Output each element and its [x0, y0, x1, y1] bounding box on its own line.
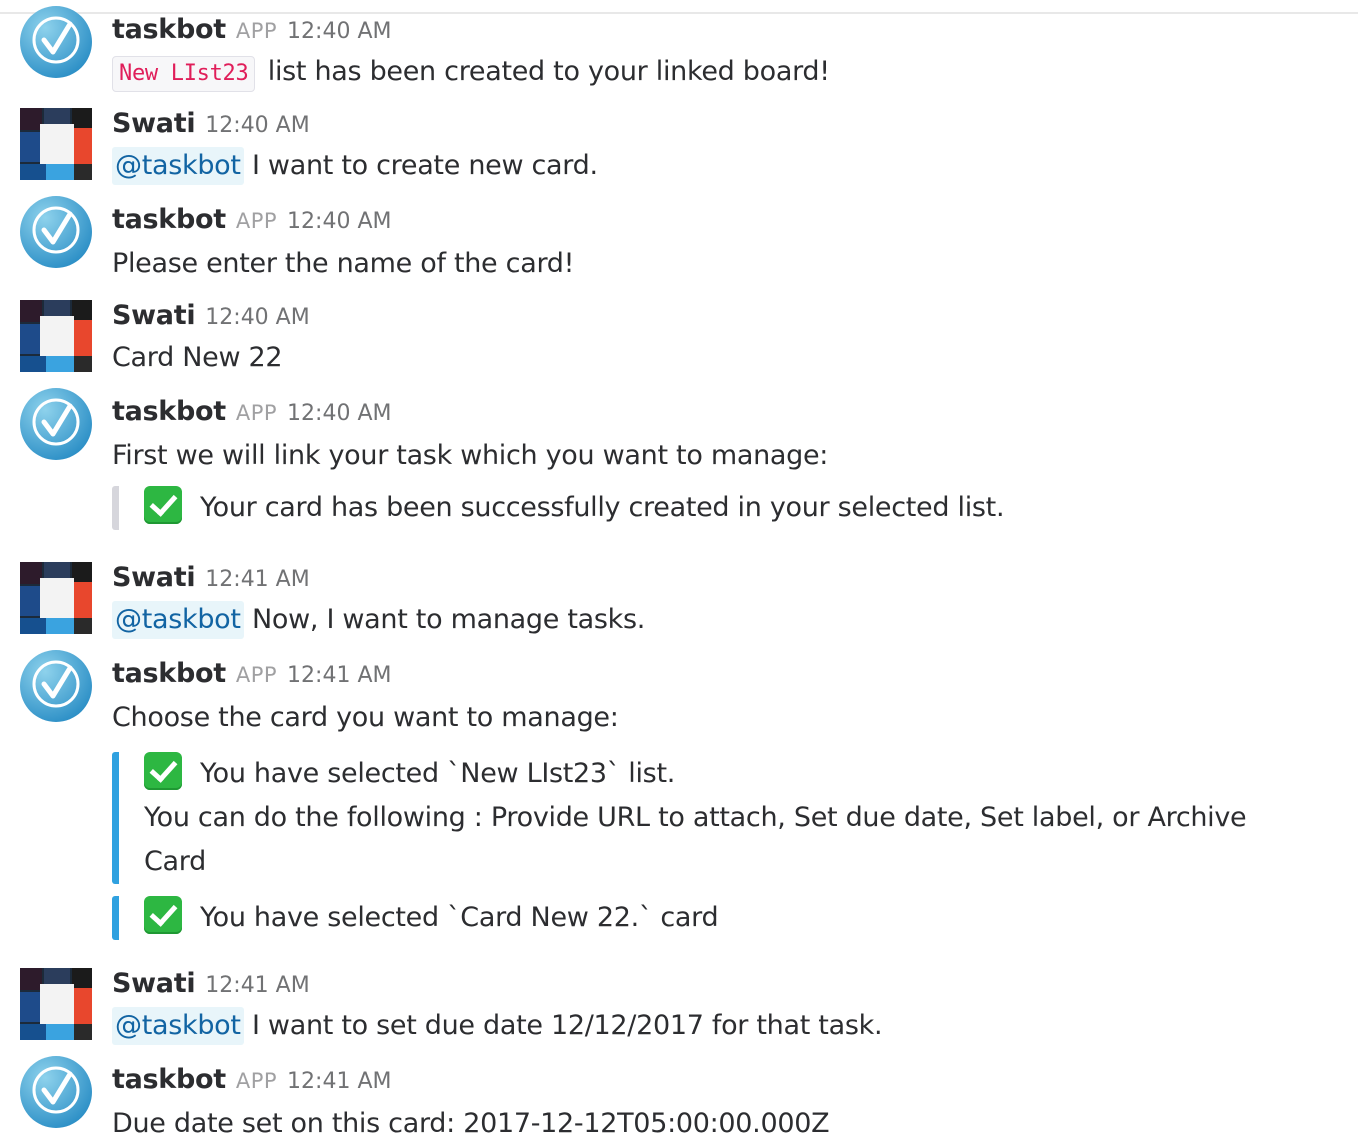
author-name[interactable]: taskbot	[112, 1064, 226, 1095]
message-header: Swati 12:40 AM	[112, 108, 310, 140]
trello-style-avatar-icon[interactable]	[20, 300, 92, 372]
timestamp[interactable]: 12:41 AM	[287, 663, 391, 688]
attachment: You have selected `Card New 22.` card	[112, 896, 719, 940]
user-mention[interactable]: @taskbot	[112, 1007, 244, 1045]
message-text: @taskbot I want to set due date 12/12/20…	[112, 1004, 883, 1048]
attachment-text: Your card has been successfully created …	[200, 492, 1005, 523]
message-header: Swati 12:41 AM	[112, 968, 310, 1000]
check-mark-icon	[144, 896, 182, 934]
author-name[interactable]: Swati	[112, 108, 196, 139]
timestamp[interactable]: 12:40 AM	[205, 305, 309, 330]
user-mention[interactable]: @taskbot	[112, 601, 244, 639]
message-text: Choose the card you want to manage:	[112, 702, 619, 733]
taskbot-check-icon[interactable]	[20, 1056, 92, 1128]
timestamp[interactable]: 12:40 AM	[287, 209, 391, 234]
author-name[interactable]: taskbot	[112, 204, 226, 235]
attachment: You have selected `New LIst23` list. You…	[112, 752, 1247, 884]
attachment-line: You can do the following : Provide URL t…	[144, 802, 1247, 833]
timestamp[interactable]: 12:41 AM	[205, 567, 309, 592]
message-text: @taskbot I want to create new card.	[112, 144, 598, 188]
message-body-text: I want to create new card.	[251, 150, 598, 181]
message-text: New LIst23 list has been created to your…	[112, 50, 830, 94]
message-header: taskbot APP 12:40 AM	[112, 396, 391, 428]
author-name[interactable]: Swati	[112, 968, 196, 999]
message-body-text: I want to set due date 12/12/2017 for th…	[251, 1010, 883, 1041]
message-text: @taskbot Now, I want to manage tasks.	[112, 598, 645, 642]
trello-style-avatar-icon[interactable]	[20, 968, 92, 1040]
inline-code: New LIst23	[112, 56, 256, 92]
message-body-text: Now, I want to manage tasks.	[251, 604, 646, 635]
taskbot-check-icon[interactable]	[20, 650, 92, 722]
author-name[interactable]: taskbot	[112, 396, 226, 427]
taskbot-check-icon[interactable]	[20, 388, 92, 460]
author-name[interactable]: taskbot	[112, 14, 226, 45]
check-mark-icon	[144, 486, 182, 524]
message-text: Card New 22	[112, 342, 283, 373]
message-header: taskbot APP 12:41 AM	[112, 658, 391, 690]
message-header: taskbot APP 12:41 AM	[112, 1064, 391, 1096]
attachment-line: You have selected `New LIst23` list.	[144, 752, 1246, 796]
message-text: Due date set on this card: 2017-12-12T05…	[112, 1108, 830, 1139]
app-badge: APP	[235, 1069, 278, 1093]
message-text: First we will link your task which you w…	[112, 440, 829, 471]
author-name[interactable]: Swati	[112, 300, 196, 331]
attachment-text: You have selected `Card New 22.` card	[200, 902, 719, 933]
check-mark-icon	[144, 752, 182, 790]
user-mention[interactable]: @taskbot	[112, 147, 244, 185]
app-badge: APP	[235, 663, 278, 687]
message-header: Swati 12:41 AM	[112, 562, 310, 594]
timestamp[interactable]: 12:40 AM	[287, 401, 391, 426]
timestamp[interactable]: 12:41 AM	[205, 973, 309, 998]
attachment: Your card has been successfully created …	[112, 486, 1005, 530]
trello-style-avatar-icon[interactable]	[20, 108, 92, 180]
app-badge: APP	[235, 19, 278, 43]
app-badge: APP	[235, 401, 278, 425]
message-text: Please enter the name of the card!	[112, 248, 575, 279]
message-body-text: list has been created to your linked boa…	[267, 56, 830, 87]
attachment-text: You have selected `New LIst23` list.	[200, 758, 676, 789]
taskbot-check-icon[interactable]	[20, 6, 92, 78]
attachment-line: Card	[144, 846, 206, 877]
taskbot-check-icon[interactable]	[20, 196, 92, 268]
timestamp[interactable]: 12:41 AM	[287, 1069, 391, 1094]
trello-style-avatar-icon[interactable]	[20, 562, 92, 634]
message-header: Swati 12:40 AM	[112, 300, 310, 332]
message-header: taskbot APP 12:40 AM	[112, 204, 391, 236]
author-name[interactable]: Swati	[112, 562, 196, 593]
app-badge: APP	[235, 209, 278, 233]
timestamp[interactable]: 12:40 AM	[287, 19, 391, 44]
author-name[interactable]: taskbot	[112, 658, 226, 689]
timestamp[interactable]: 12:40 AM	[205, 113, 309, 138]
message-header: taskbot APP 12:40 AM	[112, 14, 391, 46]
